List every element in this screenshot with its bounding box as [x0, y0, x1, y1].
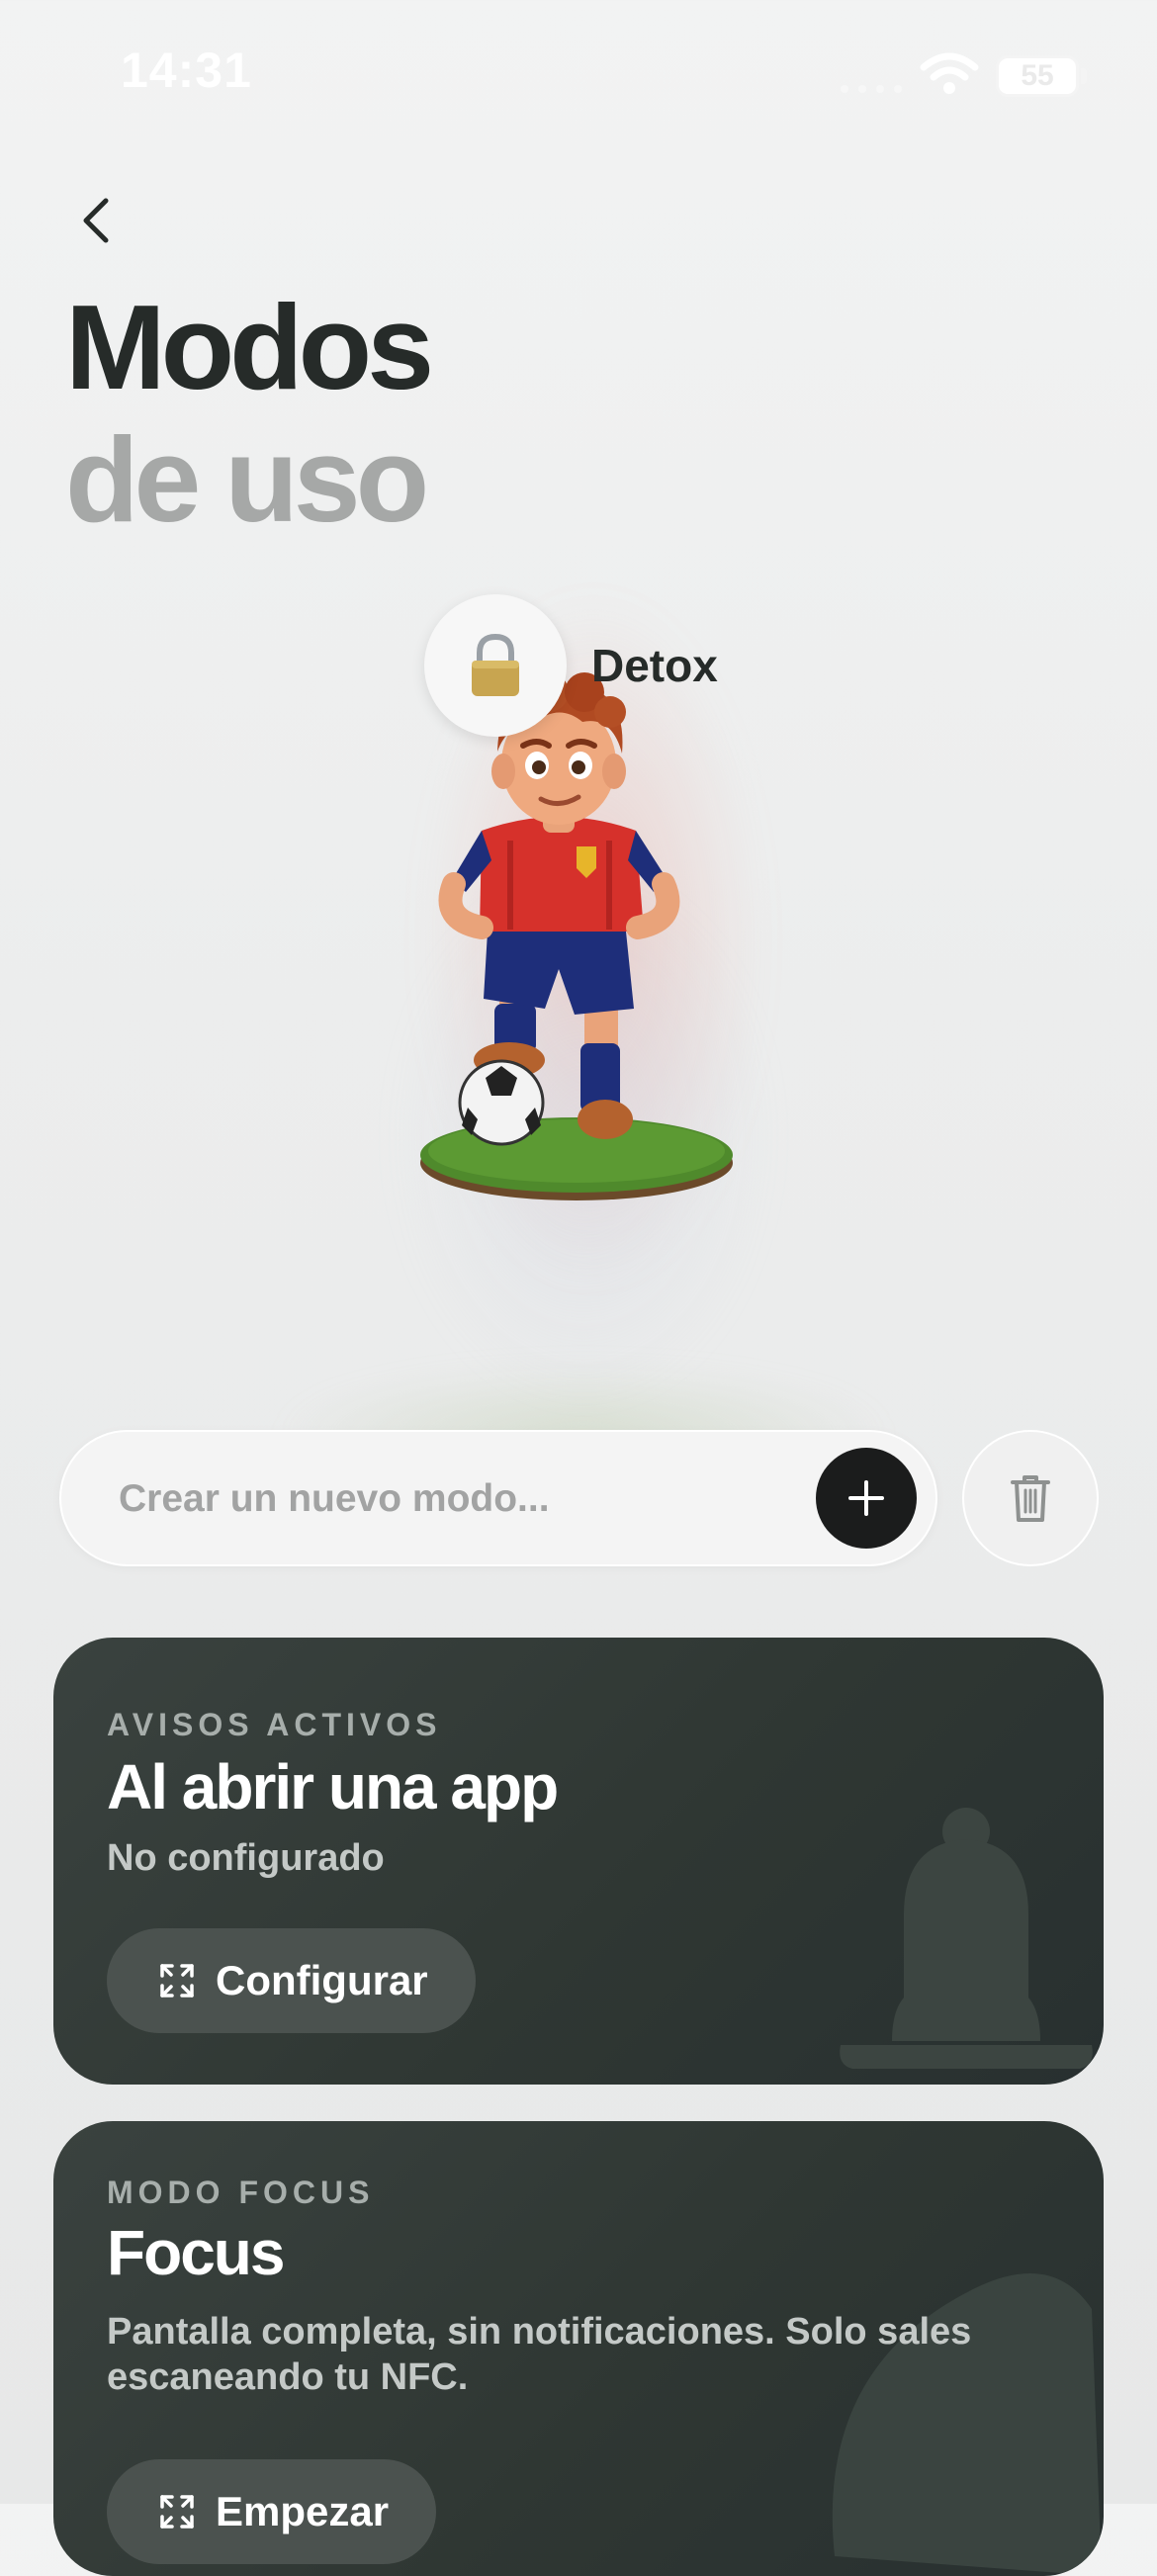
delete-mode-button[interactable] — [962, 1430, 1099, 1566]
wifi-icon — [920, 52, 979, 94]
footballer-figure — [420, 672, 733, 1200]
add-mode-button[interactable] — [816, 1448, 917, 1549]
current-mode-name: Detox — [591, 640, 718, 691]
leaf-icon — [832, 2273, 1102, 2576]
card-label: MODO FOCUS — [107, 2175, 375, 2210]
battery-indicator: 55 — [996, 55, 1079, 97]
expand-icon — [160, 1964, 194, 1998]
card-label: AVISOS ACTIVOS — [107, 1707, 442, 1742]
expand-icon — [160, 2495, 194, 2529]
mode-badge[interactable] — [424, 594, 567, 737]
status-time: 14:31 — [121, 43, 252, 98]
card-subtitle: Pantalla completa, sin notificaciones. S… — [107, 2311, 972, 2399]
battery-cap — [1081, 68, 1087, 84]
start-button-label: Empezar — [216, 2488, 390, 2534]
chevron-left-icon — [83, 198, 109, 243]
card-title: Focus — [107, 2217, 285, 2288]
create-mode-input[interactable] — [117, 1432, 754, 1566]
card-title: Al abrir una app — [107, 1751, 559, 1822]
page-subtitle: de uso — [65, 412, 429, 547]
card-subtitle: No configurado — [107, 1837, 385, 1879]
lock-icon — [472, 633, 519, 696]
page-title: Modos — [65, 280, 434, 414]
configure-button[interactable]: Configurar — [107, 1928, 476, 2033]
back-button[interactable] — [61, 186, 131, 255]
alerts-card: AVISOS ACTIVOS Al abrir una app No confi… — [53, 1638, 1104, 2085]
focus-card: MODO FOCUS Focus Pantalla completa, sin … — [53, 2121, 1104, 2576]
trash-icon — [1011, 1475, 1050, 1522]
bell-icon — [840, 1808, 1093, 2069]
plus-icon — [848, 1480, 884, 1516]
cellular-signal-icon — [841, 85, 902, 93]
create-mode-bar — [59, 1430, 937, 1566]
configure-button-label: Configurar — [216, 1957, 428, 2003]
start-button[interactable]: Empezar — [107, 2459, 437, 2564]
battery-level: 55 — [1021, 59, 1054, 92]
